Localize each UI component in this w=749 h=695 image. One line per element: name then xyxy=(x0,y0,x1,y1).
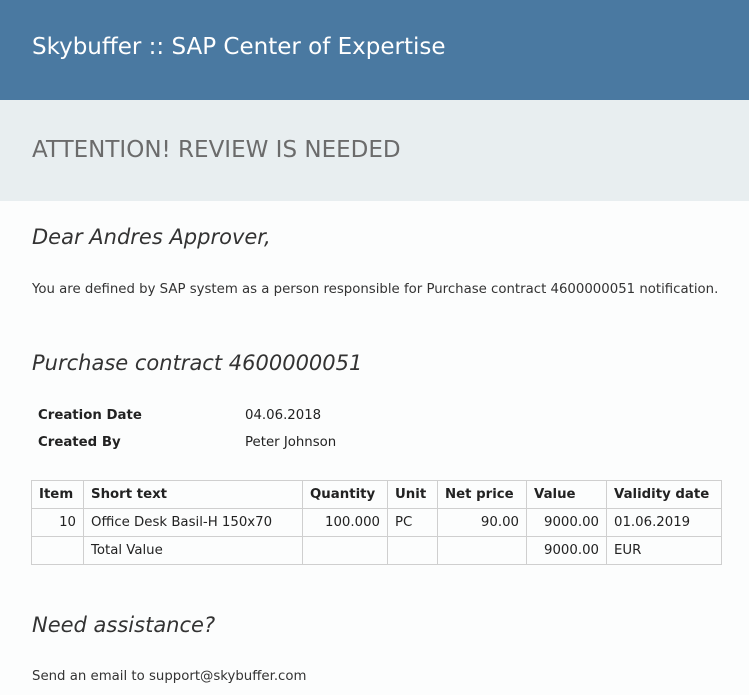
col-header-quantity: Quantity xyxy=(302,480,388,509)
cell-short-text: Office Desk Basil-H 150x70 xyxy=(83,508,303,537)
cell-unit xyxy=(387,536,438,565)
created-by-value: Peter Johnson xyxy=(245,435,337,450)
col-header-unit: Unit xyxy=(387,480,438,509)
cell-total-value: 9000.00 xyxy=(526,536,607,565)
creation-date-value: 04.06.2018 xyxy=(245,408,322,423)
cell-currency: EUR xyxy=(606,536,722,565)
table-row: 10 Office Desk Basil-H 150x70 100.000 PC… xyxy=(31,508,722,537)
cell-item: 10 xyxy=(31,508,84,537)
cell-value: 9000.00 xyxy=(526,508,607,537)
cell-validity-date: 01.06.2019 xyxy=(606,508,722,537)
email-body: Dear Andres Approver, You are defined by… xyxy=(0,201,749,695)
greeting: Dear Andres Approver, xyxy=(32,225,271,249)
col-header-item: Item xyxy=(31,480,84,509)
cell-quantity xyxy=(302,536,388,565)
items-table: Item Short text Quantity Unit Net price … xyxy=(31,480,722,565)
cell-total-label: Total Value xyxy=(83,536,303,565)
cell-quantity: 100.000 xyxy=(302,508,388,537)
cell-net-price: 90.00 xyxy=(437,508,527,537)
col-header-validity-date: Validity date xyxy=(606,480,722,509)
intro-text: You are defined by SAP system as a perso… xyxy=(32,282,719,297)
created-by-label: Created By xyxy=(38,435,121,450)
attention-banner: ATTENTION! REVIEW IS NEEDED xyxy=(0,100,749,201)
col-header-net-price: Net price xyxy=(437,480,527,509)
col-header-value: Value xyxy=(526,480,607,509)
assistance-title: Need assistance? xyxy=(32,613,216,637)
header-title: Skybuffer :: SAP Center of Expertise xyxy=(32,34,446,60)
cell-item xyxy=(31,536,84,565)
cell-net-price xyxy=(437,536,527,565)
table-total-row: Total Value 9000.00 EUR xyxy=(31,536,722,565)
table-header-row: Item Short text Quantity Unit Net price … xyxy=(31,480,722,509)
email-header: Skybuffer :: SAP Center of Expertise xyxy=(0,0,749,100)
assistance-text: Send an email to support@skybuffer.com xyxy=(32,669,307,684)
col-header-short-text: Short text xyxy=(83,480,303,509)
cell-unit: PC xyxy=(387,508,438,537)
creation-date-label: Creation Date xyxy=(38,408,142,423)
contract-title: Purchase contract 4600000051 xyxy=(32,351,363,375)
attention-text: ATTENTION! REVIEW IS NEEDED xyxy=(32,137,401,163)
